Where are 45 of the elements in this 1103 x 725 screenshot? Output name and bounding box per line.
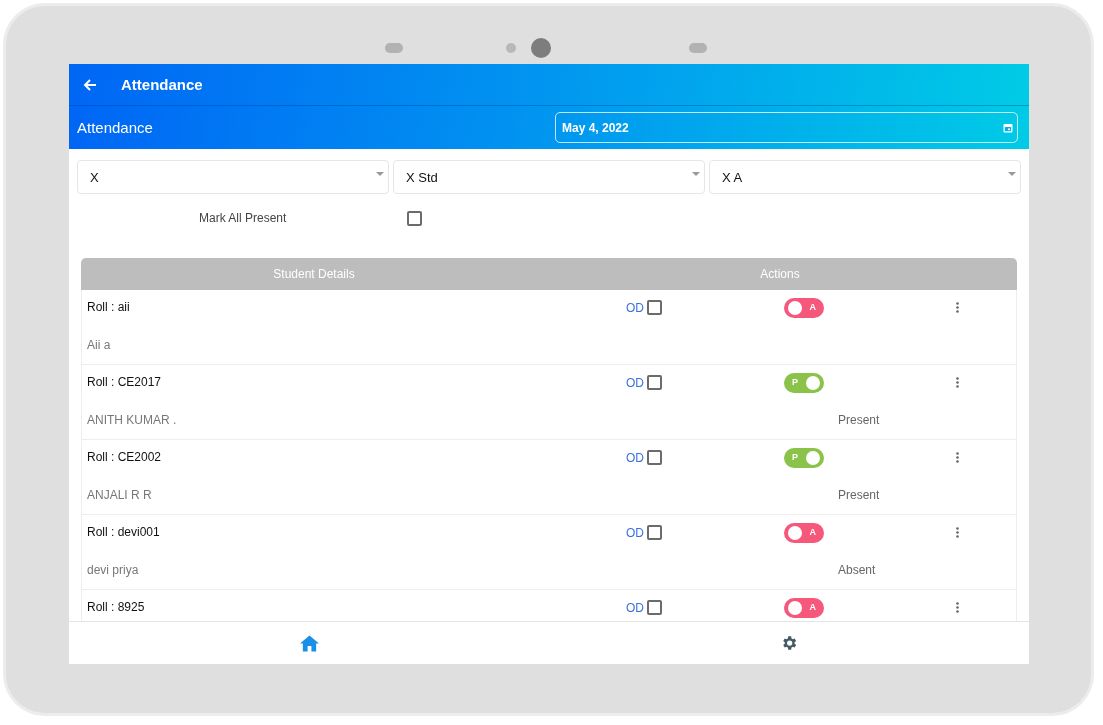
student-name: ANJALI R R bbox=[86, 487, 153, 502]
student-name: Aii a bbox=[86, 337, 112, 352]
date-field[interactable]: May 4, 2022 bbox=[555, 112, 1018, 143]
status-text: Present bbox=[838, 412, 881, 427]
attendance-toggle[interactable]: A bbox=[784, 597, 824, 618]
dropdown[interactable]: X Std bbox=[393, 160, 705, 194]
more-icon[interactable] bbox=[956, 302, 959, 313]
dropdown[interactable]: X bbox=[77, 160, 389, 194]
checkbox[interactable] bbox=[647, 300, 662, 315]
od-label[interactable]: OD bbox=[626, 525, 644, 540]
student-name: ANITH KUMAR . bbox=[86, 412, 178, 427]
column-header: Student Details bbox=[272, 267, 356, 281]
checkbox[interactable] bbox=[647, 450, 662, 465]
roll-number: Roll : devi001 bbox=[86, 525, 161, 539]
section-title: Attendance bbox=[77, 119, 153, 136]
caret-icon bbox=[376, 172, 384, 176]
checkbox[interactable] bbox=[407, 210, 422, 226]
roll-number: Roll : CE2002 bbox=[86, 450, 163, 464]
status-text: Absent bbox=[838, 562, 877, 577]
back-button[interactable] bbox=[82, 76, 98, 93]
screen-title: Attendance bbox=[121, 76, 203, 93]
dropdown[interactable]: X A bbox=[709, 160, 1021, 194]
status-text: Present bbox=[838, 487, 881, 502]
more-icon[interactable] bbox=[956, 377, 959, 388]
checkbox[interactable] bbox=[647, 600, 662, 615]
calendar-icon bbox=[1003, 122, 1013, 133]
more-icon[interactable] bbox=[956, 452, 959, 463]
roll-number: Roll : 8925 bbox=[86, 600, 146, 614]
column-header: Actions bbox=[759, 267, 801, 281]
attendance-toggle[interactable]: A bbox=[784, 297, 824, 318]
caret-icon bbox=[692, 172, 700, 176]
checkbox[interactable] bbox=[647, 375, 662, 390]
caret-icon bbox=[1008, 172, 1016, 176]
od-label[interactable]: OD bbox=[626, 375, 644, 390]
more-icon[interactable] bbox=[956, 527, 959, 538]
od-label[interactable]: OD bbox=[626, 300, 644, 315]
attendance-toggle[interactable]: A bbox=[784, 522, 824, 543]
checkbox[interactable] bbox=[647, 525, 662, 540]
checkbox-label: Mark All Present bbox=[199, 211, 288, 225]
od-label[interactable]: OD bbox=[626, 450, 644, 465]
more-icon[interactable] bbox=[956, 602, 959, 613]
roll-number: Roll : CE2017 bbox=[86, 375, 163, 389]
roll-number: Roll : aii bbox=[86, 300, 131, 314]
od-label[interactable]: OD bbox=[626, 600, 644, 615]
student-name: devi priya bbox=[86, 562, 140, 577]
